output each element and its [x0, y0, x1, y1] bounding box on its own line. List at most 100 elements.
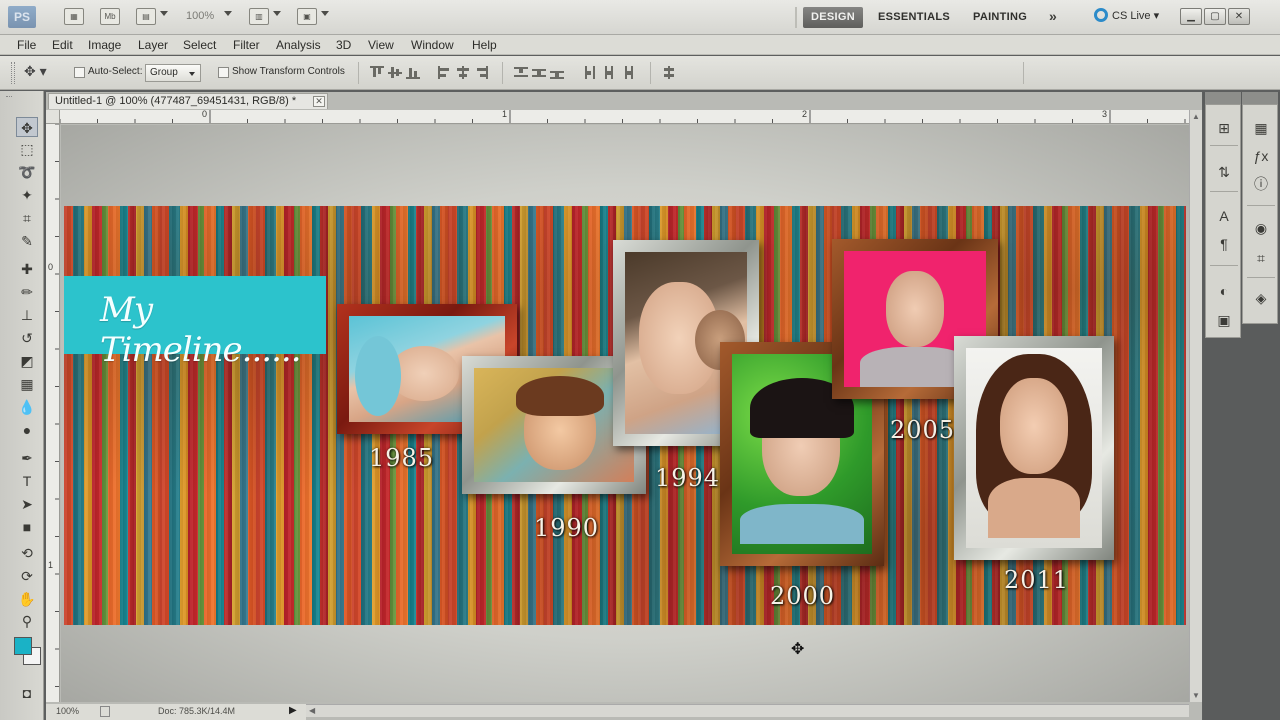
clone-stamp-tool-icon[interactable]: ⊥ [16, 305, 38, 325]
menu-select[interactable]: Select [183, 38, 216, 52]
align-vertical-center-icon[interactable] [388, 66, 402, 79]
adjustments-icon[interactable]: ◐ [1212, 280, 1236, 302]
distribute-horizontal-center-icon[interactable] [602, 66, 616, 79]
arrange-dropdown-icon[interactable] [273, 11, 281, 16]
masks-icon[interactable]: ▣ [1212, 309, 1236, 331]
quick-selection-tool-icon[interactable]: ✦ [16, 185, 38, 205]
menu-help[interactable]: Help [472, 38, 497, 52]
eraser-tool-icon[interactable]: ◩ [16, 351, 38, 371]
auto-select-checkbox[interactable] [74, 67, 85, 78]
pen-tool-icon[interactable]: ✒ [16, 448, 38, 468]
rectangle-tool-icon[interactable]: ■ [16, 517, 38, 537]
menu-analysis[interactable]: Analysis [276, 38, 321, 52]
hand-tool-icon[interactable]: ✋ [16, 589, 38, 609]
move-tool-icon[interactable]: ✥ [16, 117, 38, 137]
maximize-icon[interactable]: ▢ [1204, 8, 1226, 25]
vertical-scrollbar[interactable]: ▲ ▼ [1189, 110, 1202, 702]
blur-tool-icon[interactable]: 💧 [16, 397, 38, 417]
distribute-bottom-icon[interactable] [550, 66, 564, 79]
distribute-left-icon[interactable] [584, 66, 598, 79]
auto-align-layers-icon[interactable] [662, 66, 676, 79]
eyedropper-tool-icon[interactable]: ✎ [16, 231, 38, 251]
crop-tool-icon[interactable]: ⌗ [16, 208, 38, 228]
scroll-up-icon[interactable]: ▲ [1192, 112, 1200, 121]
distribute-right-icon[interactable] [620, 66, 634, 79]
more-workspaces-icon[interactable]: » [1049, 8, 1057, 24]
distribute-top-icon[interactable] [514, 66, 528, 79]
mini-bridge-icon[interactable]: ⊞ [1212, 117, 1236, 139]
paragraph-icon[interactable]: ¶ [1212, 233, 1236, 255]
menu-view[interactable]: View [368, 38, 394, 52]
view-extras-icon[interactable]: ▤ [136, 8, 156, 25]
history-icon[interactable]: ⇅ [1212, 161, 1236, 183]
minimize-icon[interactable]: ▁ [1180, 8, 1202, 25]
status-icon[interactable] [100, 706, 110, 717]
align-left-icon[interactable] [438, 66, 452, 79]
workspace-design-button[interactable]: DESIGN [803, 7, 863, 28]
show-transform-checkbox[interactable] [218, 67, 229, 78]
path-selection-tool-icon[interactable]: ➤ [16, 494, 38, 514]
quick-mask-icon[interactable]: ◘ [16, 683, 38, 703]
menu-image[interactable]: Image [88, 38, 121, 52]
spot-healing-tool-icon[interactable]: ✚ [16, 259, 38, 279]
dock-collapse-bar[interactable] [1205, 92, 1241, 104]
align-top-icon[interactable] [370, 66, 384, 79]
auto-select-dropdown[interactable]: Group [145, 64, 201, 82]
3d-icon[interactable]: ◉ [1249, 217, 1273, 239]
arrange-documents-icon[interactable]: ▥ [249, 8, 269, 25]
layers-icon[interactable]: ◈ [1249, 287, 1273, 309]
3d-orbit-tool-icon[interactable]: ⟳ [16, 566, 38, 586]
scroll-left-icon[interactable]: ◀ [309, 706, 315, 715]
info-icon[interactable]: ⓘ [1249, 173, 1273, 195]
close-icon[interactable]: ✕ [313, 96, 325, 107]
zoom-tool-icon[interactable]: ⚲ [16, 611, 38, 631]
mini-bridge-icon[interactable]: Mb [100, 8, 120, 25]
workspace-essentials-button[interactable]: ESSENTIALS [870, 7, 958, 28]
move-tool-preset-icon[interactable]: ✥ ▾ [24, 63, 62, 83]
color-swatches[interactable] [14, 637, 42, 665]
swatches-icon[interactable]: ▦ [1249, 117, 1273, 139]
close-icon[interactable]: ✕ [1228, 8, 1250, 25]
marquee-tool-icon[interactable]: ⬚ [16, 139, 38, 159]
align-bottom-icon[interactable] [406, 66, 420, 79]
options-grip[interactable] [11, 62, 15, 84]
lasso-tool-icon[interactable]: ➰ [16, 162, 38, 182]
view-extras-dropdown-icon[interactable] [160, 11, 168, 16]
menu-3d[interactable]: 3D [336, 38, 351, 52]
transform-icon[interactable]: ⌗ [1249, 247, 1273, 269]
3d-rotate-tool-icon[interactable]: ⟲ [16, 543, 38, 563]
scroll-down-icon[interactable]: ▼ [1192, 691, 1200, 700]
document-canvas[interactable]: My Timeline...... 1985 1990 1994 2000 20… [64, 206, 1186, 625]
dodge-tool-icon[interactable]: ● [16, 420, 38, 440]
gradient-tool-icon[interactable]: ▦ [16, 374, 38, 394]
dock-collapse-bar[interactable] [1242, 92, 1278, 104]
menu-filter[interactable]: Filter [233, 38, 260, 52]
photo-frame-2011[interactable] [954, 336, 1114, 560]
character-icon[interactable]: A [1212, 205, 1236, 227]
status-menu-arrow-icon[interactable]: ▶ [289, 705, 297, 716]
history-brush-tool-icon[interactable]: ↺ [16, 328, 38, 348]
menu-file[interactable]: File [17, 38, 36, 52]
align-right-icon[interactable] [474, 66, 488, 79]
foreground-color-swatch[interactable] [14, 637, 32, 655]
cs-live-menu[interactable]: CS Live ▾ [1094, 8, 1159, 26]
screen-mode-icon[interactable]: ▣ [297, 8, 317, 25]
launch-bridge-icon[interactable]: ▦ [64, 8, 84, 25]
menu-window[interactable]: Window [411, 38, 454, 52]
type-tool-icon[interactable]: T [16, 471, 38, 491]
menu-edit[interactable]: Edit [52, 38, 73, 52]
distribute-vertical-center-icon[interactable] [532, 66, 546, 79]
horizontal-ruler[interactable]: 0 1 2 3 [60, 110, 1190, 124]
vertical-ruler[interactable]: 0 1 [46, 124, 60, 702]
zoom-dropdown-icon[interactable] [224, 11, 232, 16]
ruler-origin[interactable] [46, 110, 60, 124]
styles-icon[interactable]: ƒx [1249, 145, 1273, 167]
zoom-level[interactable]: 100% [186, 10, 214, 22]
align-horizontal-center-icon[interactable] [456, 66, 470, 79]
document-tab[interactable]: Untitled-1 @ 100% (477487_69451431, RGB/… [48, 93, 328, 109]
menu-layer[interactable]: Layer [138, 38, 168, 52]
screen-mode-dropdown-icon[interactable] [321, 11, 329, 16]
tools-grip[interactable] [6, 96, 12, 98]
workspace-painting-button[interactable]: PAINTING [965, 7, 1035, 28]
brush-tool-icon[interactable]: ✏ [16, 282, 38, 302]
